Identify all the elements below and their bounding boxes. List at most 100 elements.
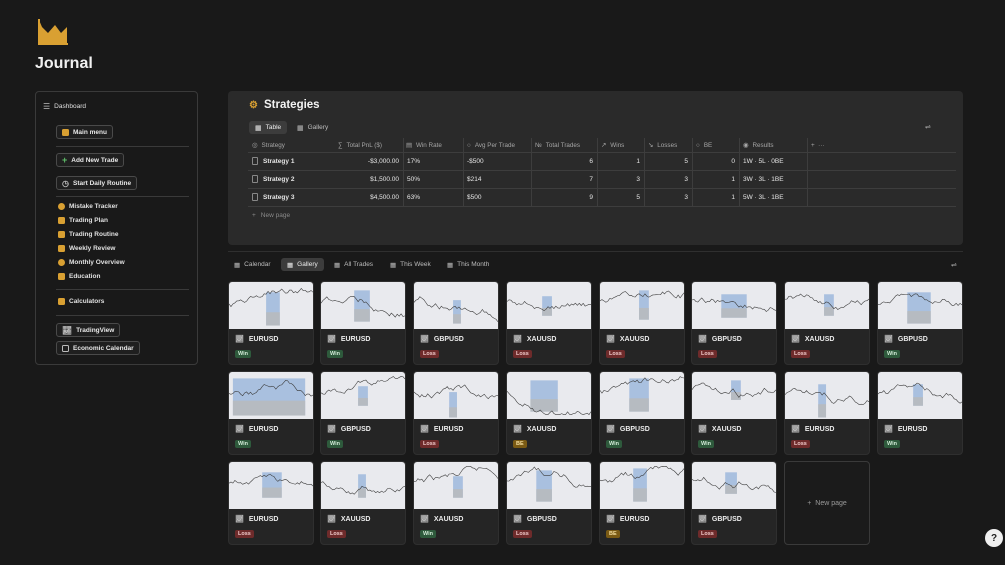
daily-routine-button[interactable]: ◷ Start Daily Routine: [56, 176, 138, 190]
wins-cell: 5: [636, 193, 640, 201]
wins-cell: 1: [636, 157, 640, 165]
trade-card[interactable]: 📈︎ GBPUSD Win: [320, 371, 406, 455]
checkbox-icon: [58, 231, 65, 238]
trade-card[interactable]: 📈︎ EURUSD Loss: [784, 371, 870, 455]
trade-card[interactable]: 📈︎ XAUUSD Loss: [784, 281, 870, 365]
column-header-results[interactable]: ◉ Results: [743, 138, 774, 152]
sidebar-item-trading-plan[interactable]: Trading Plan: [58, 217, 108, 224]
result-badge: Win: [606, 440, 623, 448]
trade-chart-thumbnail: [600, 282, 684, 329]
column-header-wins[interactable]: ↗ Wins: [601, 138, 624, 152]
trade-card[interactable]: 📈︎ EURUSD BE: [599, 461, 685, 545]
trades-cell: 6: [589, 157, 593, 165]
filter-icon[interactable]: ⇌: [951, 261, 959, 269]
tab-this-week[interactable]: ▦ This Week: [384, 258, 437, 271]
trade-chart-thumbnail: [414, 372, 498, 419]
sidebar-item-calculators[interactable]: Calculators: [58, 298, 104, 305]
tradingview-button[interactable]: 📈︎ TradingView: [56, 323, 121, 337]
column-header-losses[interactable]: ↘ Losses: [648, 138, 677, 152]
trade-card[interactable]: 📈︎ GBPUSD Loss: [413, 281, 499, 365]
chart-icon: ▤: [406, 141, 412, 149]
table-icon: ▦: [447, 261, 454, 269]
sidebar-item-monthly-overview[interactable]: Monthly Overview: [58, 259, 125, 266]
circle-icon: ○: [696, 141, 700, 149]
result-badge: Loss: [420, 440, 439, 448]
chart-icon: 📈︎: [791, 336, 800, 343]
page-icon: [252, 175, 258, 183]
trade-card[interactable]: 📈︎ EURUSD Loss: [413, 371, 499, 455]
tab-table[interactable]: ▦ Table: [249, 121, 288, 134]
home-icon: [62, 128, 69, 136]
tab-all-trades[interactable]: ▦ All Trades: [328, 258, 379, 271]
new-page-card[interactable]: + New page: [784, 461, 870, 545]
trade-card[interactable]: 📈︎ XAUUSD Loss: [506, 281, 592, 365]
main-menu-button[interactable]: Main menu: [56, 125, 113, 139]
column-header-total-trades[interactable]: № Total Trades: [535, 138, 580, 152]
result-badge: Loss: [698, 530, 717, 538]
trade-card[interactable]: 📈︎ XAUUSD Loss: [320, 461, 406, 545]
trade-pair: 📈︎ EURUSD: [420, 425, 464, 434]
tab-this-month[interactable]: ▦ This Month: [441, 258, 495, 271]
add-trade-button[interactable]: + Add New Trade: [56, 153, 125, 167]
result-badge: Loss: [420, 350, 439, 358]
trade-card[interactable]: 📈︎ GBPUSD Loss: [691, 281, 777, 365]
table-row-strategy-3[interactable]: Strategy 3: [252, 188, 294, 206]
avg-cell: $214: [467, 175, 482, 183]
trade-chart-thumbnail: [878, 282, 962, 329]
tab-gallery-view[interactable]: ▦ Gallery: [281, 258, 324, 271]
new-page-button[interactable]: + New page: [252, 206, 290, 224]
chart-icon: 📈︎: [606, 336, 615, 343]
trade-card[interactable]: 📈︎ GBPUSD Loss: [691, 461, 777, 545]
trade-card[interactable]: 📈︎ EURUSD Win: [228, 371, 314, 455]
trades-cell: 7: [589, 175, 593, 183]
trade-card[interactable]: 📈︎ XAUUSD BE: [506, 371, 592, 455]
pnl-cell: -$3,000.00: [367, 157, 399, 165]
sidebar-item-mistake-tracker[interactable]: Mistake Tracker: [58, 203, 118, 210]
tab-gallery[interactable]: ▦ Gallery: [291, 121, 334, 134]
trade-card[interactable]: 📈︎ GBPUSD Loss: [506, 461, 592, 545]
column-header-avg-per-trade[interactable]: ○ Avg Per Trade: [467, 138, 515, 152]
trade-card[interactable]: 📈︎ GBPUSD Win: [599, 371, 685, 455]
trade-pair: 📈︎ EURUSD: [327, 335, 371, 344]
trade-card[interactable]: 📈︎ XAUUSD Loss: [599, 281, 685, 365]
result-badge: Win: [235, 350, 252, 358]
column-header-total-pnl[interactable]: ∑ Total PnL ($): [338, 138, 382, 152]
table-row-strategy-1[interactable]: Strategy 1: [252, 152, 294, 170]
trade-card[interactable]: 📈︎ XAUUSD Win: [413, 461, 499, 545]
calculator-icon: [58, 298, 65, 305]
add-column-button[interactable]: + ···: [811, 138, 824, 152]
sidebar-item-weekly-review[interactable]: Weekly Review: [58, 245, 116, 252]
trade-card[interactable]: 📈︎ EURUSD Win: [877, 371, 963, 455]
economic-calendar-button[interactable]: Economic Calendar: [56, 341, 140, 355]
pnl-cell: $1,500.00: [370, 175, 399, 183]
dashboard-heading[interactable]: ☰ Dashboard: [43, 102, 86, 111]
gallery-icon: ▦: [297, 124, 304, 132]
tab-calendar[interactable]: ▦ Calendar: [228, 258, 277, 271]
be-cell: 1: [731, 193, 735, 201]
filter-icon[interactable]: ⇌: [925, 123, 933, 131]
result-badge: Win: [327, 350, 344, 358]
be-cell: 1: [731, 175, 735, 183]
gear-icon: ⚙: [249, 99, 258, 111]
result-badge: BE: [513, 440, 527, 448]
column-header-be[interactable]: ○ BE: [696, 138, 712, 152]
table-icon: ▦: [255, 124, 262, 132]
trade-pair: 📈︎ GBPUSD: [606, 425, 650, 434]
column-header-strategy[interactable]: ◎ Strategy: [252, 138, 285, 152]
trade-chart-thumbnail: [878, 372, 962, 419]
table-row-strategy-2[interactable]: Strategy 2: [252, 170, 294, 188]
be-cell: 0: [731, 157, 735, 165]
trade-card[interactable]: 📈︎ EURUSD Loss: [228, 461, 314, 545]
trade-pair: 📈︎ XAUUSD: [791, 335, 835, 344]
column-header-win-rate[interactable]: ▤ Win Rate: [406, 138, 442, 152]
sidebar-item-trading-routine[interactable]: Trading Routine: [58, 231, 118, 238]
properties-icon: ◎: [252, 141, 258, 149]
trade-card[interactable]: 📈︎ EURUSD Win: [320, 281, 406, 365]
chart-icon: 📈︎: [698, 426, 707, 433]
help-icon[interactable]: ?: [985, 529, 1003, 547]
trade-card[interactable]: 📈︎ EURUSD Win: [228, 281, 314, 365]
trade-card[interactable]: 📈︎ XAUUSD Win: [691, 371, 777, 455]
trade-card[interactable]: 📈︎ GBPUSD Win: [877, 281, 963, 365]
winrate-cell: 17%: [407, 157, 421, 165]
sidebar-item-education[interactable]: Education: [58, 273, 100, 280]
